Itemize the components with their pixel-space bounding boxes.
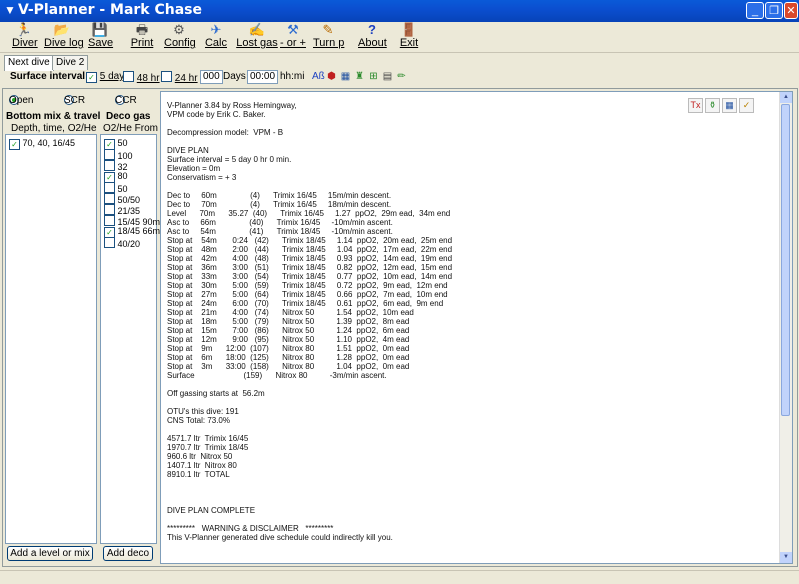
turn-p-icon: ✎ bbox=[322, 22, 334, 37]
scroll-up-icon[interactable]: ▲ bbox=[780, 92, 792, 103]
about-button[interactable]: ? About bbox=[358, 22, 387, 50]
exit-icon: 🚪 bbox=[400, 22, 418, 37]
lost-gas-icon: ✍ bbox=[248, 22, 266, 37]
add-deco-button[interactable]: Add deco bbox=[103, 546, 153, 561]
lost-gas-button[interactable]: ✍ Lost gas bbox=[236, 22, 278, 50]
opt-48hr[interactable]: 48 hr bbox=[123, 71, 160, 84]
or-button[interactable]: ⚒ - or + bbox=[278, 22, 308, 50]
app-icon: ▼ bbox=[4, 3, 16, 17]
toolbar: 🏃 Diver 📂 Dive log 💾 Save 🖶 Print ⚙ Config ✈ C… bbox=[0, 22, 799, 53]
bottom-mix-subtitle: Depth, time, O2/He bbox=[11, 123, 97, 134]
ab-icon[interactable]: Aß bbox=[312, 71, 325, 82]
list-item[interactable]: ✓ 70, 40, 16/45 bbox=[9, 138, 75, 150]
print-button[interactable]: 🖶 Print bbox=[130, 22, 154, 50]
bottom-mix-list[interactable]: ✓ 70, 40, 16/45 bbox=[5, 134, 97, 544]
deco-gas-title: Deco gas bbox=[106, 111, 151, 122]
opt-24hr[interactable]: 24 hr bbox=[161, 71, 198, 84]
status-bar bbox=[0, 570, 799, 584]
main-panel: Open SCR CCR Bottom mix & travel Depth, … bbox=[2, 88, 798, 567]
option-icons: Aß ⬢ ▦ ♜ ⊞ ▤ ✏ bbox=[312, 71, 410, 82]
config-icon: ⚙ bbox=[173, 22, 185, 37]
calc-icon: ✈ bbox=[210, 22, 222, 37]
opt-5day[interactable]: ✓ 5 day bbox=[86, 71, 124, 83]
maximize-button[interactable]: ❐ bbox=[765, 2, 783, 19]
window-title: V-Planner - Mark Chase bbox=[18, 2, 203, 18]
title-bar: ▼ V-Planner - Mark Chase _ ❐ ✕ bbox=[0, 0, 799, 22]
about-icon: ? bbox=[368, 22, 376, 37]
scroll-down-icon[interactable]: ▼ bbox=[780, 552, 792, 563]
save-button[interactable]: 💾 Save bbox=[88, 22, 113, 50]
table-icon[interactable]: ▦ bbox=[722, 98, 737, 113]
config-button[interactable]: ⚙ Config bbox=[164, 22, 196, 50]
checkbox-24hr[interactable] bbox=[161, 71, 172, 82]
checkbox-48hr[interactable] bbox=[123, 71, 134, 82]
printer-icon: 🖶 bbox=[135, 22, 149, 37]
calc-button[interactable]: ✈ Calc bbox=[204, 22, 228, 50]
tx-icon[interactable]: Tx bbox=[688, 98, 703, 113]
surface-interval-label: Surface interval bbox=[10, 71, 86, 82]
output-icons: Tx ⚱ ▦ ✓ bbox=[686, 98, 754, 113]
days-input[interactable]: 000 bbox=[200, 70, 223, 84]
days-label: Days bbox=[223, 71, 246, 82]
dive-plan-output[interactable]: V-Planner 3.84 by Ross Hemingway, VPM co… bbox=[160, 91, 793, 564]
checklist-icon[interactable]: ✓ bbox=[739, 98, 754, 113]
vertical-scrollbar[interactable]: ▲ ▼ bbox=[779, 92, 792, 563]
options-bar: Surface interval ✓ 5 day 48 hr 24 hr 000… bbox=[0, 69, 799, 87]
add-level-button[interactable]: Add a level or mix bbox=[7, 546, 93, 561]
time-unit-label: hh:mi bbox=[280, 71, 305, 82]
turn-p-button[interactable]: ✎ Turn p bbox=[313, 22, 344, 50]
or-icon: ⚒ bbox=[287, 22, 299, 37]
dive-log-button[interactable]: 📂 Dive log bbox=[44, 22, 84, 50]
table-icon[interactable]: ▦ bbox=[340, 71, 351, 82]
pencil-icon[interactable]: ✏ bbox=[396, 71, 407, 82]
deco-gas-subtitle: O2/He From bbox=[103, 123, 159, 134]
dive-plan-text: V-Planner 3.84 by Ross Hemingway, VPM co… bbox=[167, 101, 453, 542]
diver-button[interactable]: 🏃 Diver bbox=[12, 22, 38, 50]
exit-button[interactable]: 🚪 Exit bbox=[398, 22, 420, 50]
minimize-button[interactable]: _ bbox=[746, 2, 764, 19]
dive-log-icon: 📂 bbox=[53, 22, 71, 37]
diver-icon: 🏃 bbox=[15, 22, 33, 37]
stop-icon[interactable]: ⬢ bbox=[326, 71, 337, 82]
code-icon[interactable]: ▤ bbox=[382, 71, 393, 82]
save-icon: 💾 bbox=[91, 22, 109, 37]
scroll-thumb[interactable] bbox=[781, 104, 790, 416]
person-icon[interactable]: ♜ bbox=[354, 71, 365, 82]
time-input[interactable]: 00:00 bbox=[247, 70, 279, 84]
checkbox-5day[interactable]: ✓ bbox=[86, 72, 97, 83]
close-button[interactable]: ✕ bbox=[784, 2, 798, 19]
grid-icon[interactable]: ⊞ bbox=[368, 71, 379, 82]
chart-icon[interactable]: ⚱ bbox=[705, 98, 720, 113]
deco-gas-list[interactable]: ✓ 50 100 32 ✓ 80 50 50/50 21/35 15/45 90… bbox=[100, 134, 160, 544]
bottom-mix-title: Bottom mix & travel bbox=[6, 111, 101, 122]
tab-dive-2[interactable]: Dive 2 bbox=[52, 55, 89, 70]
list-item[interactable]: 40/20 bbox=[104, 237, 140, 249]
